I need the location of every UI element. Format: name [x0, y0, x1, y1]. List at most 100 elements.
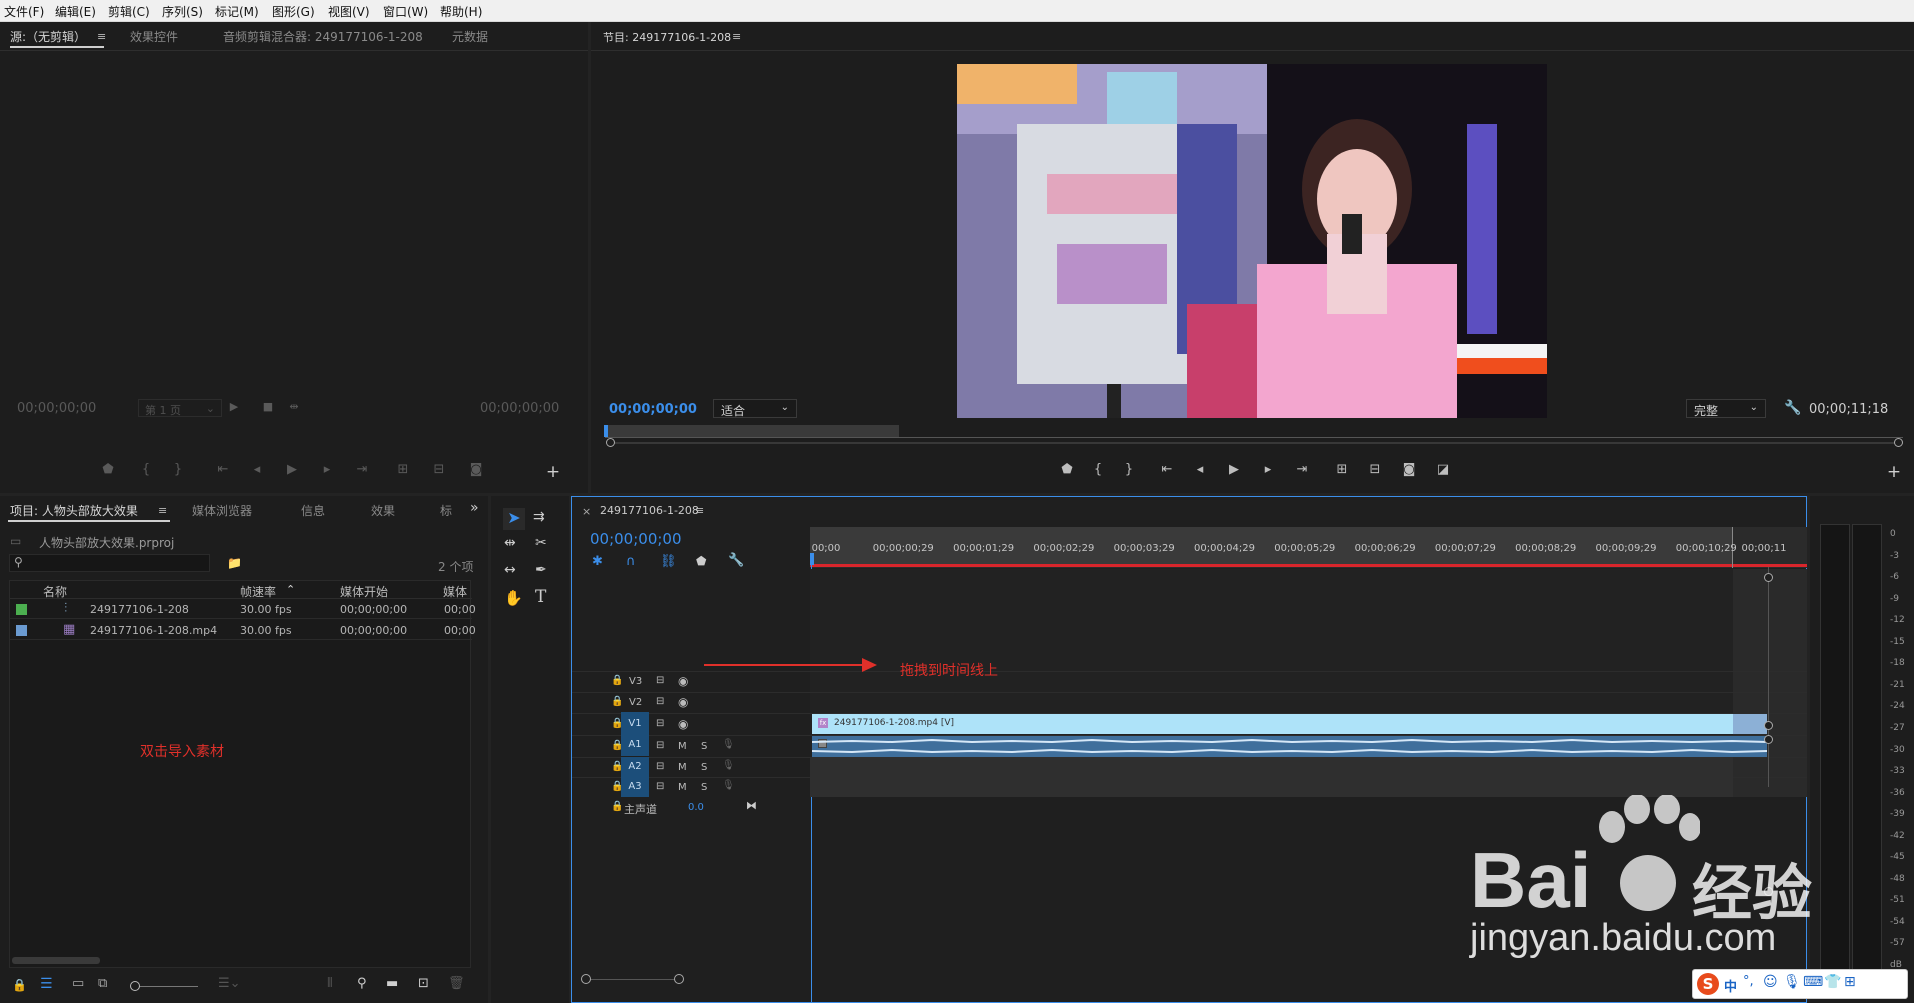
track-target-a2[interactable]: A2 [621, 757, 649, 777]
wrench-icon[interactable]: 🔧 [728, 553, 744, 568]
lock-icon[interactable]: 🔒 [611, 675, 623, 686]
page-select[interactable]: 第 1 页 ⌄ [138, 399, 222, 417]
sync-lock-icon[interactable]: ⊟ [656, 761, 664, 772]
tab-audio-clip-mixer[interactable]: 音频剪辑混合器: 249177106-1-208 [223, 28, 423, 45]
settings-icon[interactable]: ⇹ [284, 400, 304, 413]
scroll-handle-left[interactable] [606, 438, 615, 447]
step-forward-icon[interactable]: ▸ [1258, 462, 1278, 477]
sync-lock-icon[interactable]: ⊟ [656, 740, 664, 751]
timeline-timecode[interactable]: 00;00;00;00 [590, 530, 682, 548]
mark-out-icon[interactable]: } [168, 462, 188, 477]
tab-project[interactable]: 项目: 人物头部放大效果 [10, 502, 138, 519]
column-media-start[interactable]: 媒体开始 [340, 583, 388, 600]
go-to-out-icon[interactable]: ⇥ [1292, 462, 1312, 477]
mute-button[interactable]: M [678, 762, 687, 773]
mark-in-icon[interactable]: { [1088, 462, 1108, 477]
table-row[interactable]: ▦ 249177106-1-208.mp4 30.00 fps 00;00;00… [10, 620, 476, 640]
mark-in-icon[interactable]: { [136, 462, 156, 477]
track-target-a3[interactable]: A3 [621, 777, 649, 797]
tab-metadata[interactable]: 元数据 [452, 28, 488, 45]
program-ruler[interactable] [605, 437, 1903, 438]
nest-toggle-icon[interactable]: ✱ [592, 554, 603, 569]
menu-edit[interactable]: 编辑(E) [55, 3, 96, 20]
lock-icon[interactable]: 🔒 [611, 801, 623, 812]
add-button-icon[interactable]: + [543, 462, 563, 482]
new-bin-from-search-icon[interactable]: 📁 [227, 556, 242, 570]
sync-lock-icon[interactable]: ⊟ [656, 675, 664, 686]
source-timecode-in[interactable]: 00;00;00;00 [17, 401, 96, 416]
tab-effect-controls[interactable]: 效果控件 [130, 28, 178, 45]
table-row[interactable]: ⫶ 249177106-1-208 30.00 fps 00;00;00;00 … [10, 599, 476, 619]
program-playhead-timecode[interactable]: 00;00;00;00 [609, 402, 697, 417]
skin-icon[interactable]: 👕 [1824, 974, 1841, 990]
overflow-tabs-icon[interactable]: » [470, 500, 479, 516]
go-to-in-icon[interactable]: ⇤ [1157, 462, 1177, 477]
toolbox-icon[interactable]: ⊞ [1844, 974, 1856, 990]
tab-more[interactable]: 标 [440, 502, 452, 519]
scroll-handle-right[interactable] [1894, 438, 1903, 447]
sync-lock-icon[interactable]: ⊟ [656, 696, 664, 707]
menu-view[interactable]: 视图(V) [328, 3, 370, 20]
solo-button[interactable]: S [701, 782, 707, 793]
solo-button[interactable]: S [701, 762, 707, 773]
lock-icon[interactable]: 🔒 [12, 978, 27, 992]
vertical-scroll-handle-top[interactable] [1764, 573, 1773, 582]
ime-language[interactable]: 中 [1724, 976, 1737, 995]
panel-menu-icon[interactable]: ≡ [158, 504, 167, 517]
fit-select[interactable]: 适合 ⌄ [713, 399, 797, 418]
automate-icon[interactable]: ⦀ [327, 976, 333, 991]
add-marker-icon[interactable]: ⬟ [696, 554, 706, 568]
lock-icon[interactable]: 🔒 [611, 696, 623, 707]
freeform-view-icon[interactable]: ⧉ [98, 976, 107, 991]
compare-view-icon[interactable]: ◪ [1433, 462, 1453, 477]
add-marker-icon[interactable]: ⬟ [98, 462, 118, 477]
panel-menu-icon[interactable]: ≡ [695, 504, 704, 517]
lift-icon[interactable]: ⊞ [1332, 462, 1352, 477]
menu-window[interactable]: 窗口(W) [383, 3, 428, 20]
linked-selection-icon[interactable]: ⛓ [660, 554, 677, 569]
program-playhead[interactable] [604, 425, 608, 437]
razor-tool-icon[interactable]: ✂ [535, 535, 547, 551]
zoom-slider[interactable] [132, 986, 198, 987]
solo-button[interactable]: S [701, 741, 707, 752]
track-select-tool-icon[interactable]: ⇉ [533, 509, 545, 525]
microphone-icon[interactable]: 🎙 [722, 739, 735, 750]
camera-icon[interactable]: ◙ [1399, 462, 1419, 477]
label-color-swatch[interactable] [16, 625, 27, 636]
horizontal-scroll-handle-right[interactable] [674, 974, 684, 984]
go-to-out-icon[interactable]: ⇥ [352, 462, 372, 477]
sogou-logo-icon[interactable]: S [1697, 973, 1719, 995]
eye-icon[interactable]: ◉ [678, 695, 688, 709]
source-duration[interactable]: 00;00;00;00 [480, 401, 559, 416]
emoji-icon[interactable]: ☺ [1763, 974, 1778, 990]
voice-icon[interactable]: 🎙 [1783, 974, 1801, 990]
column-frame-rate[interactable]: 帧速率 [240, 583, 276, 600]
step-forward-icon[interactable]: ▸ [317, 462, 337, 477]
vertical-zoom-bar[interactable] [1768, 567, 1769, 787]
tab-media-browser[interactable]: 媒体浏览器 [192, 502, 252, 519]
trash-icon[interactable]: 🗑 [448, 976, 465, 991]
eye-icon[interactable]: ◉ [678, 674, 688, 688]
mute-button[interactable]: M [678, 741, 687, 752]
wrench-icon[interactable]: 🔧 [1784, 400, 1801, 416]
selection-tool-icon[interactable]: ➤ [503, 508, 525, 530]
mark-out-icon[interactable]: } [1119, 462, 1139, 477]
step-back-icon[interactable]: ◂ [247, 462, 267, 477]
audio-clip[interactable] [812, 736, 1767, 757]
type-tool-icon[interactable]: T [535, 587, 546, 607]
snap-icon[interactable]: ∩ [626, 554, 636, 569]
play-small-icon[interactable]: ▶ [224, 400, 244, 413]
column-media-end[interactable]: 媒体 [443, 583, 467, 600]
sync-lock-icon[interactable]: ⊟ [656, 781, 664, 792]
tab-effects[interactable]: 效果 [371, 502, 395, 519]
search-input[interactable]: ⚲ [9, 554, 210, 572]
master-end-icon[interactable]: ⧓ [746, 799, 757, 812]
new-item-icon[interactable]: ⊡ [418, 976, 429, 991]
pen-tool-icon[interactable]: ✒ [535, 562, 547, 578]
track-target-a1[interactable]: A1 [621, 734, 649, 756]
zoom-scrollbar[interactable] [607, 442, 1903, 444]
find-icon[interactable]: ⚲ [357, 976, 367, 991]
sync-lock-icon[interactable]: ⊟ [656, 718, 664, 729]
menu-file[interactable]: 文件(F) [4, 3, 44, 20]
panel-menu-icon[interactable]: ≡ [97, 30, 106, 43]
